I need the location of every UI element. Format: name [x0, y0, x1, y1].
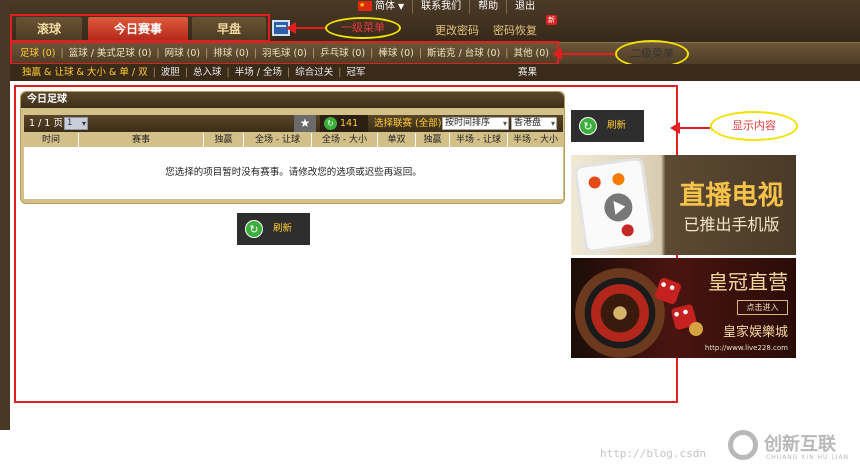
col-ft-over-under: 全场 - 大小 — [312, 133, 378, 147]
annotation-level1-menu: 一级菜单 — [325, 17, 401, 39]
new-badge: 新 — [546, 15, 557, 25]
page-select[interactable]: 1 — [64, 117, 88, 130]
phone-image — [573, 156, 655, 254]
col-ht-over-under: 半场 - 大小 — [513, 135, 558, 145]
watermark-url: http://blog.csdn — [600, 447, 706, 460]
recover-password-link[interactable]: 密码恢复 — [493, 22, 537, 38]
table-header: 时间 赛事 独赢 全场 - 让球 全场 - 大小 单双 独赢 半场 - 让球 半… — [24, 133, 563, 147]
col-ft-handicap: 全场 - 让球 — [244, 133, 312, 147]
sort-select[interactable]: 按时间排序 — [442, 117, 509, 130]
level1-menu-highlight — [10, 14, 270, 42]
bet-type-parlay[interactable]: 综合过关 — [295, 67, 333, 78]
refresh-button[interactable]: ↻ 刷新 — [237, 213, 310, 245]
play-icon — [602, 191, 635, 224]
live-tv-title: 直播电视 — [679, 181, 784, 211]
separator: | — [184, 67, 189, 78]
refresh-icon: ↻ — [245, 220, 263, 238]
casino-banner[interactable]: 皇冠直营 点击进入 皇家娱樂城 http://www.live228.com — [571, 258, 796, 358]
annotation-arrow-level2 — [552, 48, 616, 60]
casino-url: http://www.live228.com — [704, 344, 788, 352]
bet-type-total-goals[interactable]: 总入球 — [193, 67, 222, 78]
side-refresh-button[interactable]: ↻ 刷新 — [571, 110, 644, 142]
col-ht-1x2: 独赢 — [416, 133, 450, 147]
bet-type-ht-ft[interactable]: 半场 / 全场 — [235, 67, 282, 78]
league-logo-icon — [611, 172, 626, 186]
odds-type-select[interactable]: 香港盘 — [511, 117, 557, 130]
china-flag-icon — [358, 0, 372, 12]
help-link[interactable]: 帮助 — [470, 0, 508, 14]
refresh-label: 刷新 — [607, 120, 627, 131]
left-edge-bar — [0, 0, 10, 430]
select-league-button[interactable]: 选择联赛 (全部) — [371, 117, 444, 130]
live-tv-banner[interactable]: 直播电视 已推出手机版 — [571, 155, 796, 255]
refresh-label: 刷新 — [273, 223, 293, 234]
watermark-brand: 创新互联 — [764, 434, 836, 455]
today-football-panel: 今日足球 1 / 1 页 1 ★ ↻ 141 选择联赛 (全部) 按时间排序 香… — [20, 91, 565, 204]
pager-label: 1 / 1 页 — [29, 118, 63, 129]
star-icon[interactable]: ★ — [294, 115, 316, 132]
bet-type-list: 独赢 & 让球 & 大小 & 单 / 双 | 波胆 | 总入球 | 半场 / 全场 | 综合过关… — [22, 64, 365, 81]
contact-link[interactable]: 联系我们 — [413, 0, 471, 14]
col-odd-even: 单双 — [378, 133, 416, 147]
bet-type-bar: 独赢 & 让球 & 大小 & 单 / 双 | 波胆 | 总入球 | 半场 / 全场 | 综合过关… — [10, 64, 860, 81]
watermark-logo: 创新互联 CHUANG XIN HU LIAN — [712, 420, 860, 475]
casino-title: 皇冠直营 — [708, 270, 788, 294]
language-selector[interactable]: 简体▼ — [350, 0, 414, 14]
annotation-content-display: 显示内容 — [710, 111, 798, 141]
separator: | — [226, 67, 230, 78]
league-logo-icon — [620, 223, 635, 238]
col-ht-handicap: 半场 - 让球 — [450, 133, 508, 147]
live-tv-subtitle: 已推出手机版 — [683, 215, 780, 234]
logout-link[interactable]: 退出 — [507, 0, 543, 14]
casino-brand: 皇家娱樂城 — [722, 325, 788, 340]
brand-logo-icon — [728, 430, 758, 460]
level2-menu-highlight — [10, 41, 559, 65]
header: 滚球 今日赛事 早盘 简体▼ 联系我们 帮助 退出 更改密码 密码恢复 新 — [10, 0, 860, 42]
refresh-icon: ↻ — [324, 117, 337, 130]
refresh-count-button[interactable]: ↻ 141 — [320, 115, 368, 132]
separator: | — [338, 67, 342, 78]
language-label: 简体 — [375, 1, 395, 12]
casino-enter-button[interactable]: 点击进入 — [737, 300, 788, 315]
table-body: 您选择的项目暂时没有赛事。请修改您的选项或迟些再返回。 — [24, 147, 563, 199]
separator: | — [152, 67, 156, 78]
chevron-down-icon: ▼ — [398, 2, 405, 11]
separator: | — [286, 67, 291, 78]
col-1x2: 独赢 — [204, 133, 244, 147]
empty-message: 您选择的项目暂时没有赛事。请修改您的选项或迟些再返回。 — [165, 167, 422, 178]
panel-toolbar: 1 / 1 页 1 ★ ↻ 141 选择联赛 (全部) 按时间排序 香港盘 — [24, 115, 563, 132]
annotation-arrow-content — [670, 122, 710, 134]
col-match: 赛事 — [79, 133, 204, 147]
bet-type-main[interactable]: 独赢 & 让球 & 大小 & 单 / 双 — [22, 67, 148, 78]
watermark-brand-sub: CHUANG XIN HU LIAN — [766, 454, 850, 461]
annotation-arrow-level1 — [286, 22, 326, 34]
bet-type-outright[interactable]: 冠军 — [346, 67, 365, 78]
results-link[interactable]: 赛果 — [518, 64, 537, 81]
bet-type-correct-score[interactable]: 波胆 — [161, 67, 180, 78]
page-root: 滚球 今日赛事 早盘 简体▼ 联系我们 帮助 退出 更改密码 密码恢复 新 一级… — [0, 0, 860, 475]
league-logo-icon — [587, 175, 602, 190]
refresh-count: 141 — [340, 118, 359, 129]
account-links: 更改密码 密码恢复 — [435, 22, 537, 38]
panel-title: 今日足球 — [21, 92, 564, 108]
col-time: 时间 — [24, 133, 79, 147]
change-password-link[interactable]: 更改密码 — [435, 22, 479, 38]
top-links: 简体▼ 联系我们 帮助 退出 — [350, 0, 543, 14]
refresh-icon: ↻ — [579, 117, 597, 135]
roulette-wheel-image — [575, 268, 665, 358]
